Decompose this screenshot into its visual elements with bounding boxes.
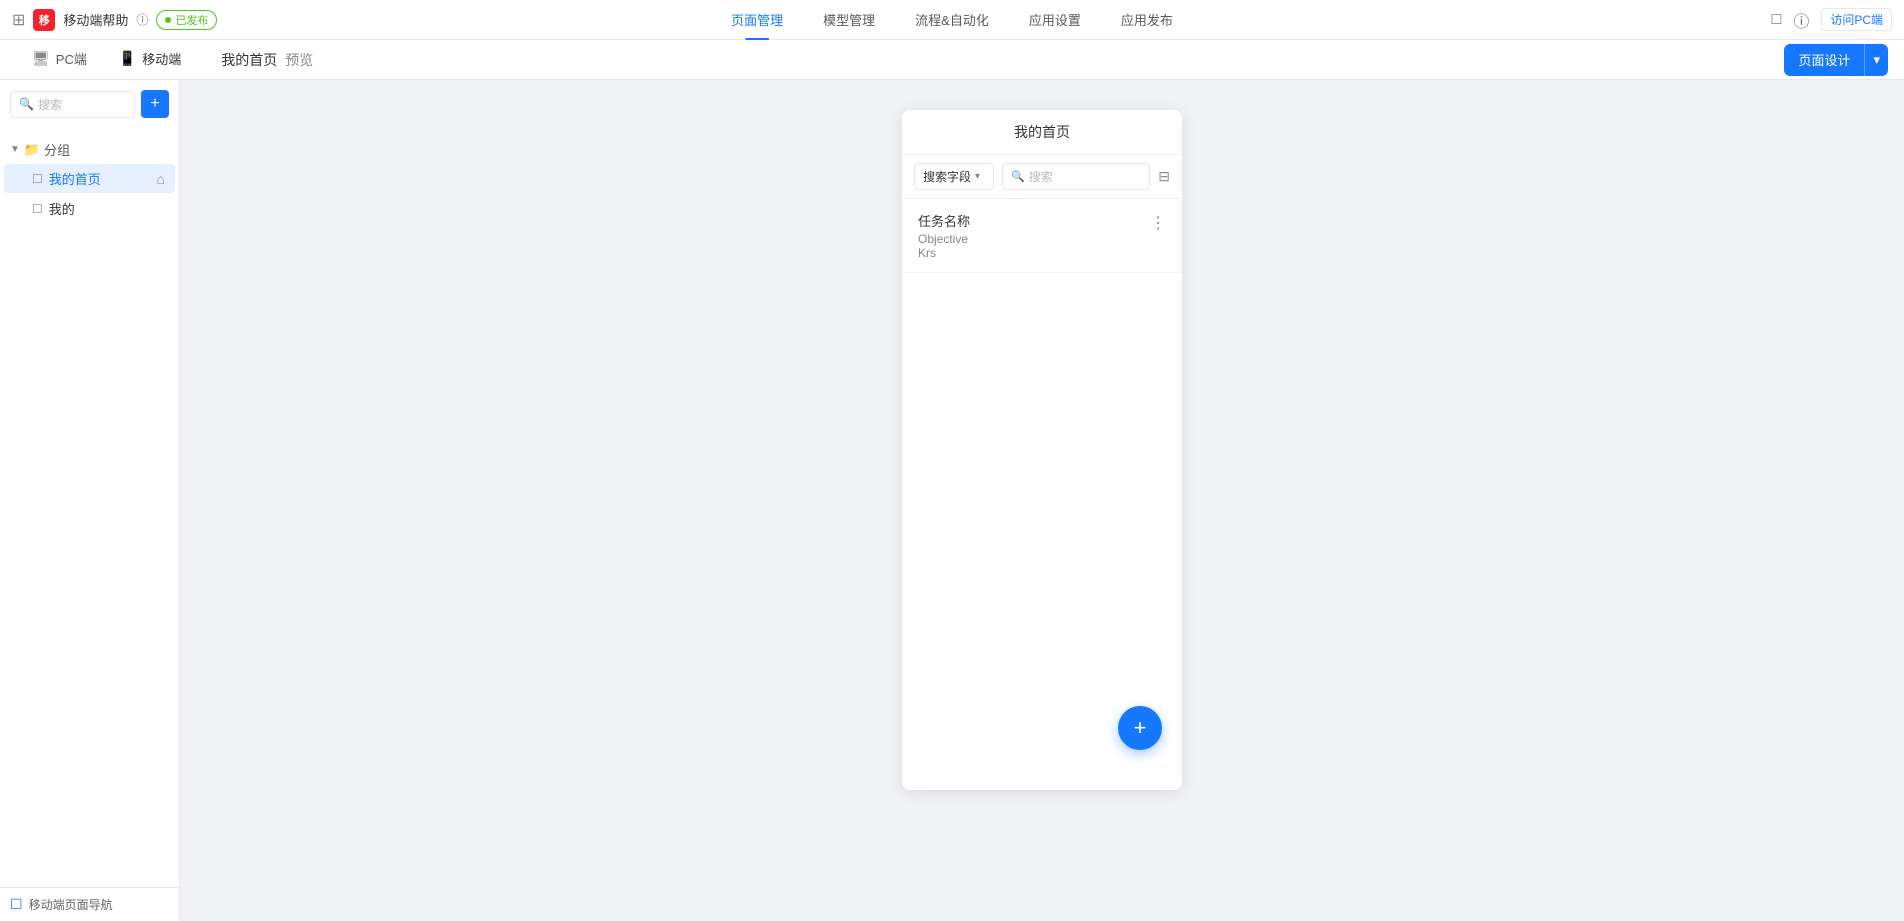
fab-button[interactable]: + — [1118, 706, 1162, 750]
search-icon: 🔍 — [19, 97, 34, 111]
mobile-toolbar: 搜索字段 ▾ 🔍 搜索 ⊟ — [902, 155, 1182, 199]
app-name: 移动端帮助 — [63, 10, 128, 29]
nav-right: □ ⓘ 访问PC端 — [1772, 8, 1892, 32]
add-button[interactable]: + — [141, 90, 169, 118]
page-icon-2: ☐ — [32, 202, 43, 216]
mobile-search-input[interactable]: 🔍 搜索 — [1002, 163, 1150, 190]
search-placeholder: 搜索 — [38, 96, 62, 113]
grid-icon[interactable]: ⊞ — [12, 10, 25, 30]
search-field-select[interactable]: 搜索字段 ▾ — [914, 163, 994, 190]
mobile-search-placeholder: 搜索 — [1029, 168, 1053, 185]
tree-item-label-2: 我的 — [49, 199, 75, 218]
main-content: 🔍 搜索 + ▼ 📁 分组 ☐ 我的首页 ⌂ ☐ — [0, 80, 1904, 921]
pc-icon: 🖥 — [32, 50, 50, 67]
list-item-sub1: Objective — [918, 232, 970, 246]
sidebar-tree: ▼ 📁 分组 ☐ 我的首页 ⌂ ☐ 我的 — [0, 128, 179, 887]
page-design-btn-wrap: 页面设计 ▾ — [1784, 44, 1888, 76]
published-dot — [165, 17, 171, 23]
published-badge[interactable]: 已发布 — [156, 10, 217, 30]
published-label: 已发布 — [175, 12, 208, 28]
sidebar-item-mine[interactable]: ☐ 我的 — [4, 194, 175, 223]
nav-item-page-manage[interactable]: 页面管理 — [711, 0, 803, 40]
nav-item-app-publish[interactable]: 应用发布 — [1101, 0, 1193, 40]
list-item[interactable]: 任务名称 Objective Krs ⋮ — [902, 199, 1182, 273]
page-design-arrow[interactable]: ▾ — [1865, 44, 1888, 76]
group-label: 分组 — [44, 140, 70, 159]
nav-icon: ☐ — [10, 896, 23, 913]
breadcrumb: 我的首页 预览 — [221, 50, 313, 70]
list-item-sub2: Krs — [918, 246, 970, 260]
nav-item-model-manage[interactable]: 模型管理 — [803, 0, 895, 40]
tree-group: ▼ 📁 分组 ☐ 我的首页 ⌂ ☐ 我的 — [0, 132, 179, 228]
nav-item-flow-automation[interactable]: 流程&自动化 — [895, 0, 1009, 40]
mobile-title-bar: 我的首页 — [902, 110, 1182, 155]
search-input[interactable]: 🔍 搜索 — [10, 91, 135, 118]
filter-icon[interactable]: ⊟ — [1158, 168, 1170, 185]
tab-pc[interactable]: 🖥 PC端 — [16, 40, 103, 80]
sub-header: 🖥 PC端 📱 移动端 我的首页 预览 页面设计 ▾ — [0, 40, 1904, 80]
visit-pc-button[interactable]: 访问PC端 — [1821, 8, 1892, 31]
page-design-button[interactable]: 页面设计 ▾ — [1784, 44, 1888, 76]
tree-group-header[interactable]: ▼ 📁 分组 — [0, 136, 179, 163]
page-icon-1: ☐ — [32, 172, 43, 186]
info-icon-right[interactable]: ⓘ — [1793, 8, 1809, 32]
help-button[interactable]: ⓘ — [136, 11, 148, 28]
tree-arrow-icon: ▼ — [10, 144, 20, 155]
nav-left: ⊞ 移 移动端帮助 ⓘ 已发布 — [12, 9, 217, 31]
nav-item-app-settings[interactable]: 应用设置 — [1009, 0, 1101, 40]
top-nav: ⊞ 移 移动端帮助 ⓘ 已发布 页面管理 模型管理 流程&自动化 应用设置 应用… — [0, 0, 1904, 40]
list-item-menu-icon[interactable]: ⋮ — [1150, 213, 1166, 233]
mobile-frame: 我的首页 搜索字段 ▾ 🔍 搜索 ⊟ 任务名称 Ob — [902, 110, 1182, 790]
mobile-icon: 📱 — [119, 50, 136, 67]
sidebar: 🔍 搜索 + ▼ 📁 分组 ☐ 我的首页 ⌂ ☐ — [0, 80, 180, 921]
page-icon[interactable]: □ — [1772, 11, 1782, 29]
home-icon: ⌂ — [157, 171, 165, 187]
sidebar-bottom-label: 移动端页面导航 — [29, 896, 113, 913]
mobile-search-icon: 🔍 — [1011, 170, 1025, 183]
mobile-list: 任务名称 Objective Krs ⋮ — [902, 199, 1182, 790]
select-arrow-icon: ▾ — [975, 171, 980, 182]
app-logo: 移 — [33, 9, 55, 31]
list-item-content: 任务名称 Objective Krs — [918, 211, 970, 260]
page-design-label: 页面设计 — [1784, 44, 1865, 76]
breadcrumb-suffix: 预览 — [285, 52, 313, 68]
sidebar-bottom-nav[interactable]: ☐ 移动端页面导航 — [0, 887, 179, 921]
sidebar-item-myhomepage[interactable]: ☐ 我的首页 ⌂ — [4, 164, 175, 193]
sidebar-search-row: 🔍 搜索 + — [0, 80, 179, 128]
nav-center: 页面管理 模型管理 流程&自动化 应用设置 应用发布 — [711, 0, 1193, 40]
tree-item-label-1: 我的首页 — [49, 169, 101, 188]
info-icon: ⓘ — [136, 11, 148, 28]
preview-area: 我的首页 搜索字段 ▾ 🔍 搜索 ⊟ 任务名称 Ob — [180, 80, 1904, 921]
tab-mobile[interactable]: 📱 移动端 — [103, 40, 197, 80]
list-item-title: 任务名称 — [918, 211, 970, 230]
folder-icon: 📁 — [24, 142, 40, 158]
